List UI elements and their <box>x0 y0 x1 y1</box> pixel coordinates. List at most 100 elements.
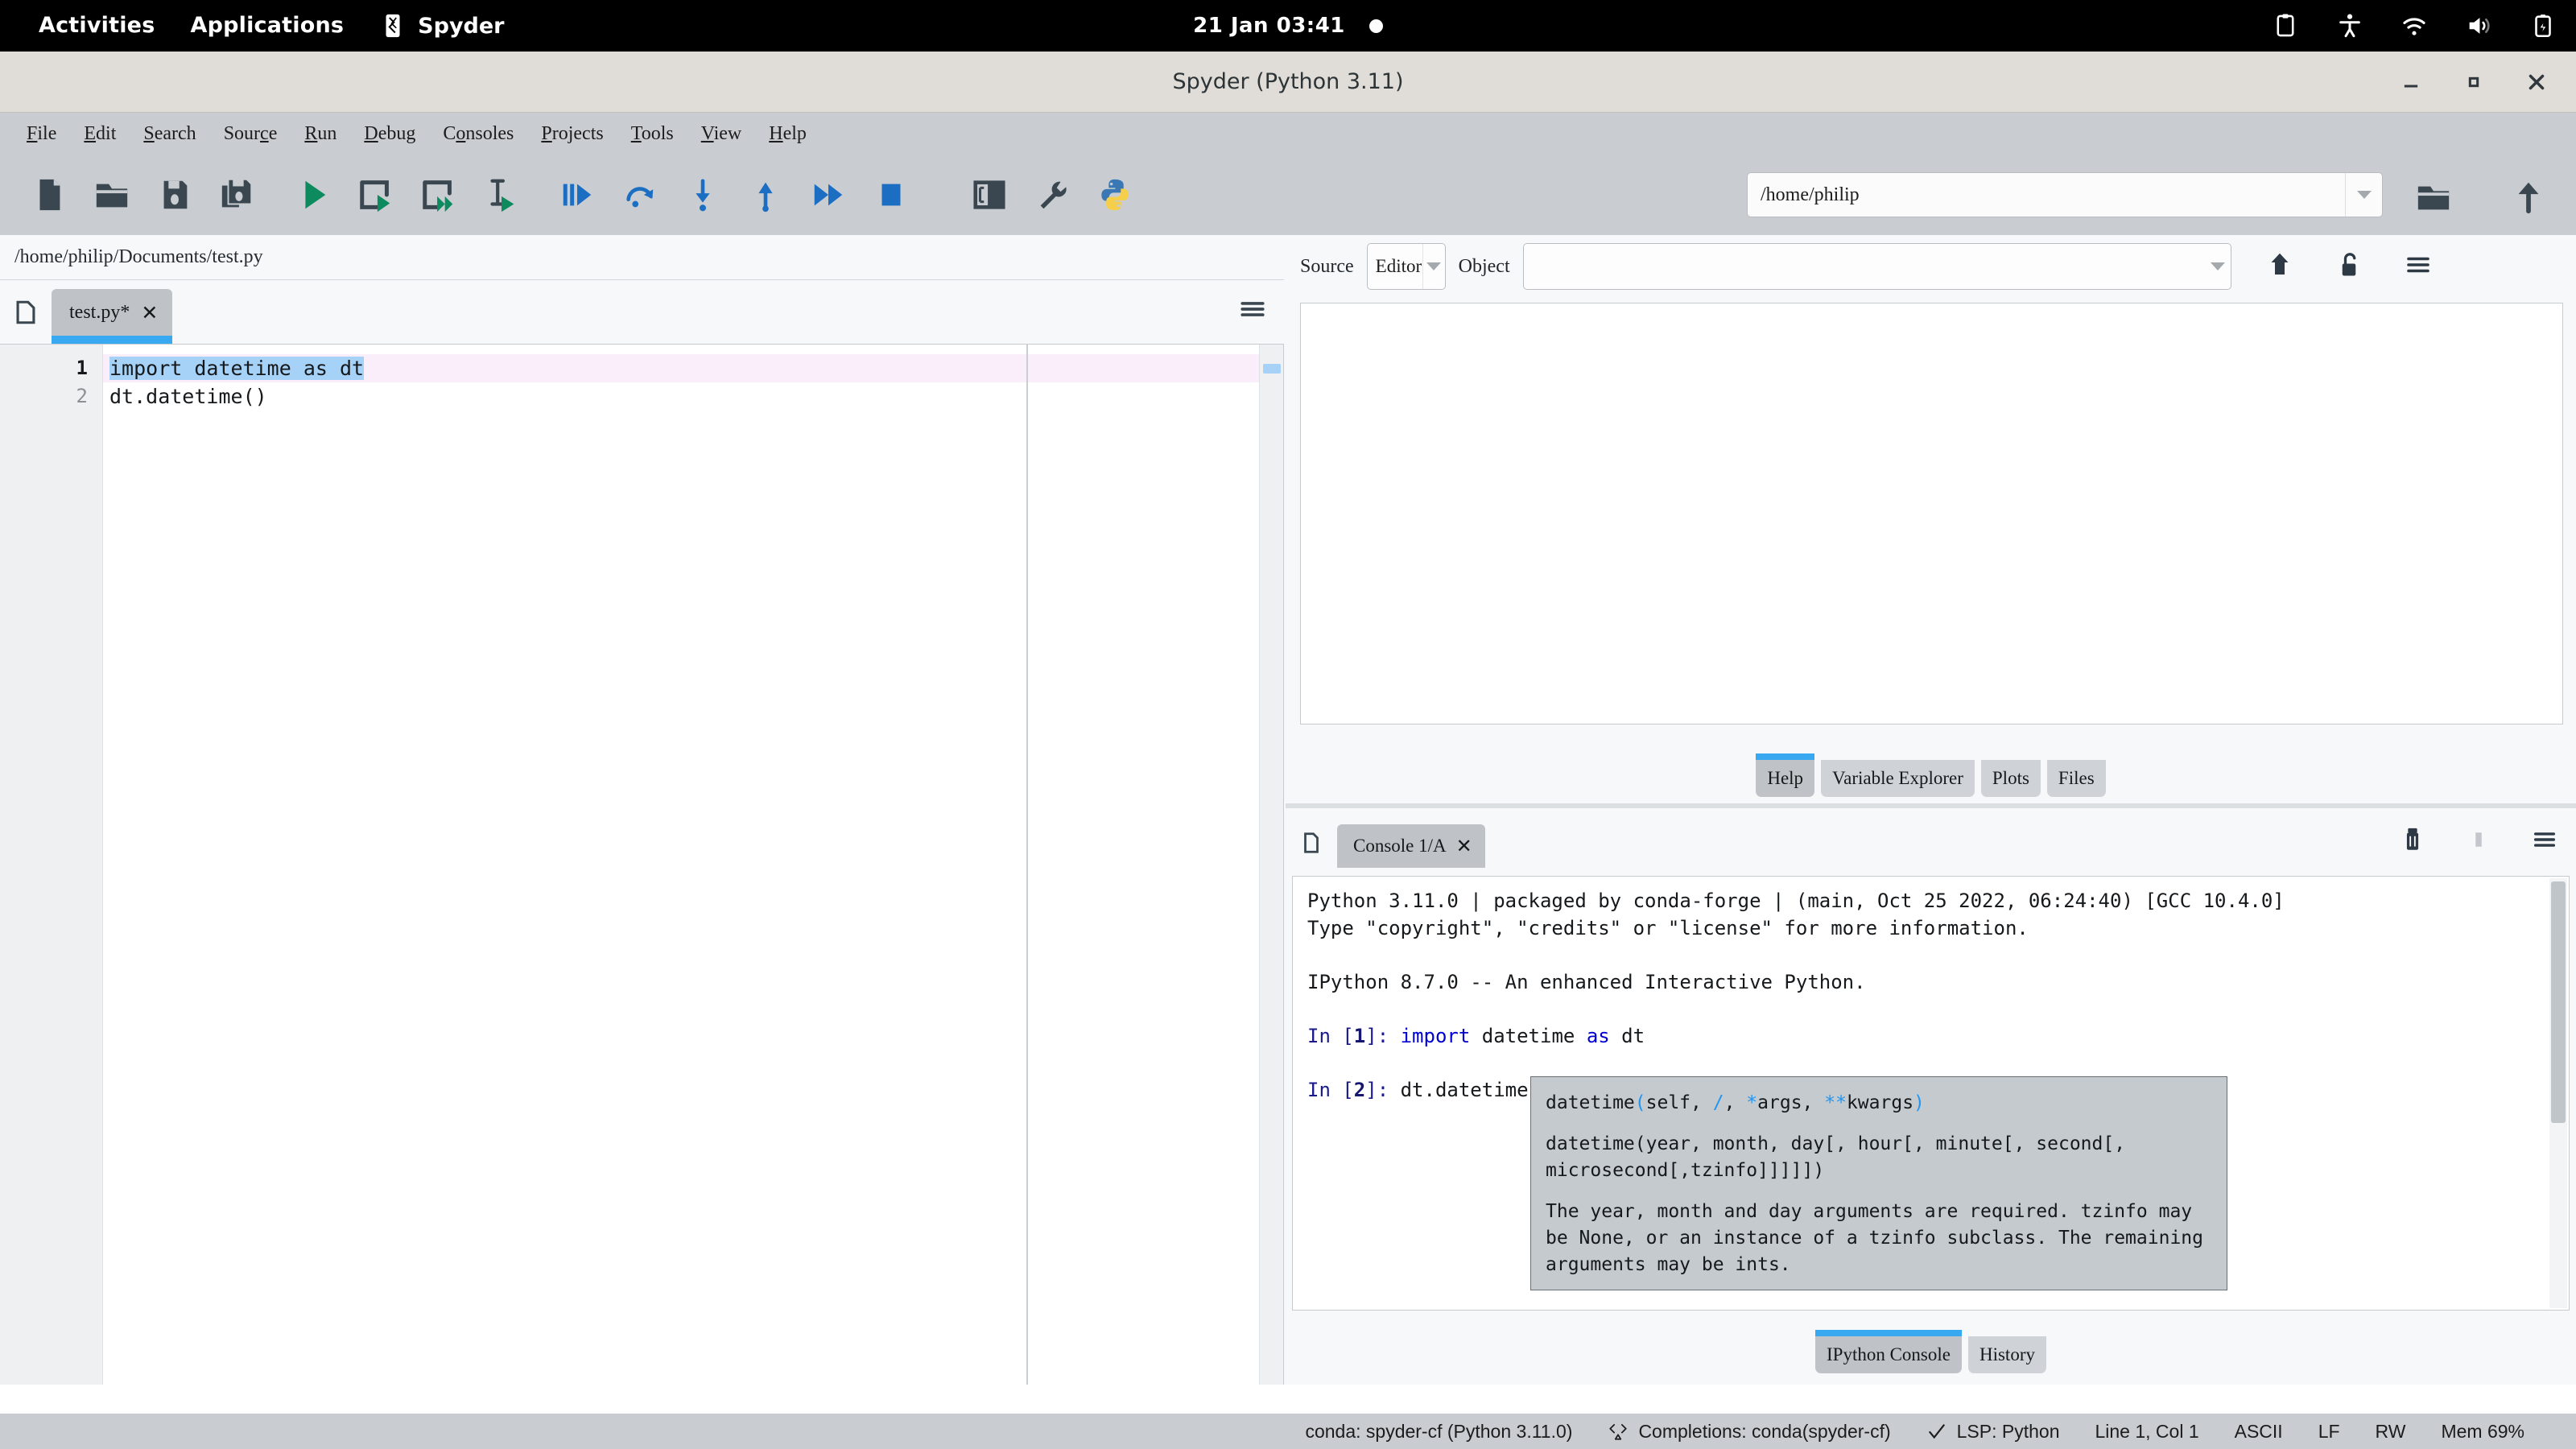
minimize-button[interactable] <box>2399 70 2423 94</box>
help-content-area[interactable] <box>1300 303 2563 724</box>
code-lines[interactable]: import datetime as dt dt.datetime() <box>103 345 1283 1385</box>
python-path-manager-icon[interactable] <box>1084 163 1146 226</box>
input-text: dt.datetime( <box>1401 1079 1540 1101</box>
save-all-icon[interactable] <box>206 163 269 226</box>
console-scrollbar[interactable] <box>2549 878 2567 1308</box>
tab-ipython-console[interactable]: IPython Console <box>1815 1336 1962 1373</box>
console-tab-label: Console 1/A <box>1353 836 1447 857</box>
status-memory[interactable]: Mem 69% <box>2423 1421 2542 1443</box>
tab-history[interactable]: History <box>1968 1336 2046 1373</box>
status-interpreter[interactable]: conda: spyder-cf (Python 3.11.0) <box>1287 1421 1590 1443</box>
new-file-icon[interactable] <box>18 163 80 226</box>
menu-consoles[interactable]: Consoles <box>429 118 527 150</box>
run-cell-icon[interactable] <box>345 163 407 226</box>
prompt-prefix: In [ <box>1307 1025 1354 1047</box>
battery-icon[interactable] <box>2529 12 2557 39</box>
toggle-pane-icon[interactable] <box>958 163 1021 226</box>
help-options-hamburger-icon[interactable] <box>2404 250 2433 283</box>
status-lsp[interactable]: LSP: Python <box>1909 1421 2078 1443</box>
wifi-icon[interactable] <box>2401 12 2428 39</box>
menu-source[interactable]: Source <box>210 118 291 150</box>
menu-debug[interactable]: Debug <box>350 118 429 150</box>
parent-directory-button[interactable] <box>2510 179 2547 219</box>
status-encoding[interactable]: ASCII <box>2217 1421 2301 1443</box>
code-line[interactable]: import datetime as dt <box>103 354 1283 382</box>
open-file-icon[interactable] <box>80 163 143 226</box>
tab-help[interactable]: Help <box>1756 760 1814 797</box>
debug-step-return-icon[interactable] <box>734 163 797 226</box>
applications-button[interactable]: Applications <box>172 0 361 52</box>
menu-view[interactable]: View <box>687 118 756 150</box>
help-pane: Source Editor Object <box>1286 235 2576 808</box>
browse-tabs-icon[interactable] <box>0 281 52 344</box>
calltip-doc-line: The year, month and day arguments are re… <box>1546 1199 2212 1225</box>
close-icon[interactable]: ✕ <box>1456 836 1472 856</box>
run-selection-icon[interactable] <box>470 163 533 226</box>
console-options-hamburger-icon[interactable] <box>2531 826 2558 857</box>
active-app-indicator[interactable]: Spyder <box>361 12 522 39</box>
save-file-icon[interactable] <box>143 163 206 226</box>
calltip-star: * <box>1746 1092 1757 1113</box>
console-browse-tabs-icon[interactable] <box>1286 811 1337 874</box>
console-scrollbar-thumb[interactable] <box>2551 881 2566 1123</box>
spyder-screenshot: Activities Applications Spyder 21 Jan 03… <box>0 0 2576 1449</box>
editor-tab-testpy[interactable]: test.py* ✕ <box>52 289 172 336</box>
browse-directory-button[interactable] <box>2415 179 2452 219</box>
status-permission[interactable]: RW <box>2358 1421 2424 1443</box>
calltip-tooltip: datetime(self, /, *args, **kwargs) datet… <box>1530 1076 2227 1290</box>
code-editor[interactable]: 1 2 import datetime as dt dt.datetime() <box>0 344 1284 1385</box>
debug-continue-icon[interactable] <box>797 163 860 226</box>
activities-button[interactable]: Activities <box>21 0 172 52</box>
run-cell-advance-icon[interactable] <box>407 163 470 226</box>
volume-icon[interactable] <box>2465 12 2492 39</box>
working-directory-combo[interactable]: /home/philip <box>1747 172 2383 217</box>
close-icon[interactable]: ✕ <box>141 303 158 323</box>
tab-plots[interactable]: Plots <box>1981 760 2041 797</box>
editor-scroll-overview[interactable] <box>1259 345 1283 1385</box>
menu-file[interactable]: File <box>13 118 70 150</box>
prompt-number: 1 <box>1354 1025 1365 1047</box>
help-object-combo[interactable] <box>1523 243 2231 290</box>
tab-variable-explorer[interactable]: Variable Explorer <box>1821 760 1975 797</box>
menu-run[interactable]: Run <box>291 118 350 150</box>
working-directory-dropdown-arrow[interactable] <box>2345 173 2382 217</box>
accessibility-icon[interactable] <box>2336 12 2363 39</box>
pane-splitter[interactable] <box>1286 803 2576 808</box>
console-output-area[interactable]: Python 3.11.0 | packaged by conda-forge … <box>1292 876 2570 1311</box>
tab-files[interactable]: Files <box>2047 760 2106 797</box>
editor-options-hamburger-icon[interactable] <box>1239 295 1266 326</box>
code-line[interactable]: dt.datetime() <box>103 382 1283 411</box>
help-object-dropdown-arrow[interactable] <box>2205 244 2231 289</box>
help-source-combo[interactable]: Editor <box>1367 243 1446 290</box>
window-titlebar[interactable]: Spyder (Python 3.11) <box>0 52 2576 113</box>
home-icon[interactable] <box>2265 250 2294 283</box>
preferences-icon[interactable] <box>1021 163 1084 226</box>
clock[interactable]: 21 Jan 03:41 <box>1193 14 1345 38</box>
clipboard-icon[interactable] <box>2272 12 2299 39</box>
menu-edit[interactable]: Edit <box>70 118 130 150</box>
maximize-button[interactable] <box>2462 70 2486 94</box>
help-source-value: Editor <box>1368 256 1422 277</box>
debug-file-icon[interactable] <box>546 163 609 226</box>
close-button[interactable] <box>2524 70 2549 94</box>
scroll-position-marker[interactable] <box>1263 364 1281 374</box>
status-completions[interactable]: Completions: conda(spyder-cf) <box>1590 1421 1908 1443</box>
trash-icon[interactable] <box>2399 826 2426 857</box>
status-eol[interactable]: LF <box>2301 1421 2358 1443</box>
stop-debug-icon[interactable] <box>860 163 923 226</box>
debug-step-over-icon[interactable] <box>609 163 671 226</box>
menu-help[interactable]: Help <box>755 118 820 150</box>
menu-tools[interactable]: Tools <box>617 118 687 150</box>
help-source-dropdown-arrow[interactable] <box>1422 244 1445 289</box>
console-tab-1a[interactable]: Console 1/A ✕ <box>1337 824 1485 868</box>
help-toolbar: Source Editor Object <box>1286 235 2576 298</box>
working-directory-value[interactable]: /home/philip <box>1748 184 2345 206</box>
run-file-icon[interactable] <box>282 163 345 226</box>
status-cursor-position[interactable]: Line 1, Col 1 <box>2077 1421 2216 1443</box>
menubar: File Edit Search Source Run Debug Consol… <box>0 113 2576 155</box>
stop-icon[interactable] <box>2467 828 2491 855</box>
menu-search[interactable]: Search <box>130 118 209 150</box>
debug-step-into-icon[interactable] <box>671 163 734 226</box>
menu-projects[interactable]: Projects <box>527 118 617 150</box>
unlock-icon[interactable] <box>2334 250 2363 283</box>
